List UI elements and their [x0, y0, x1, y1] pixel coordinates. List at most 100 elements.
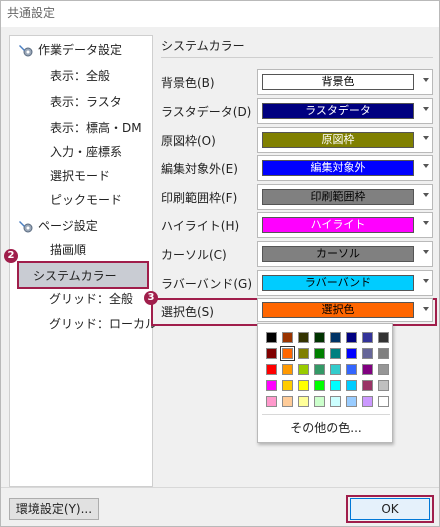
color-cell[interactable] — [280, 346, 295, 361]
color-cell[interactable] — [378, 332, 389, 343]
color-cell[interactable] — [314, 380, 325, 391]
color-cell[interactable] — [346, 396, 357, 407]
tree-item-label: システムカラー — [33, 269, 117, 283]
color-cell[interactable] — [282, 396, 293, 407]
chevron-down-icon — [423, 307, 429, 311]
color-cell[interactable] — [298, 380, 309, 391]
color-cell[interactable] — [346, 380, 357, 391]
dropdown-background[interactable]: 背景色 — [257, 69, 433, 95]
section-divider — [161, 57, 433, 58]
color-cell[interactable] — [362, 380, 373, 391]
label-cursor: カーソル(C) — [161, 248, 227, 262]
dropdown-non-edit[interactable]: 編集対象外 — [257, 155, 433, 181]
dropdown-selection[interactable]: 選択色 — [257, 298, 433, 322]
tree-item-display-elevation[interactable]: 表示：標高・DM — [50, 116, 142, 140]
color-cell[interactable] — [298, 348, 309, 359]
color-cell[interactable] — [314, 396, 325, 407]
tree-group-label: ページ設定 — [38, 219, 98, 233]
color-cell[interactable] — [378, 380, 389, 391]
color-swatch: カーソル — [262, 246, 414, 262]
color-cell[interactable] — [282, 364, 293, 375]
wrench-gear-icon — [19, 44, 33, 56]
color-cell[interactable] — [330, 348, 341, 359]
tree-item-grid-local[interactable]: グリッド：ローカル — [49, 312, 157, 336]
label-non-edit: 編集対象外(E) — [161, 162, 238, 176]
color-cell[interactable] — [314, 348, 325, 359]
color-swatch: 印刷範囲枠 — [262, 189, 414, 205]
ok-button[interactable]: OK — [350, 498, 430, 520]
color-cell[interactable] — [330, 332, 341, 343]
step-badge-3: 3 — [144, 291, 158, 305]
chevron-down-icon — [423, 221, 429, 225]
dropdown-rubberband[interactable]: ラバーバンド — [257, 270, 433, 296]
dropdown-print-frame[interactable]: 印刷範囲枠 — [257, 184, 433, 210]
chevron-down-icon — [423, 193, 429, 197]
color-cell[interactable] — [266, 332, 277, 343]
color-cell[interactable] — [378, 364, 389, 375]
chevron-down-icon — [423, 78, 429, 82]
chevron-down-icon — [423, 279, 429, 283]
color-palette-popup: その他の色... — [257, 323, 393, 443]
tree-item-display-raster[interactable]: 表示：ラスタ — [50, 90, 122, 114]
color-cell[interactable] — [298, 396, 309, 407]
dropdown-raster[interactable]: ラスタデータ — [257, 98, 433, 124]
tree-item-system-color[interactable]: システムカラー — [17, 261, 149, 289]
more-colors-button[interactable]: その他の色... — [258, 418, 394, 438]
label-highlight: ハイライト(H) — [161, 219, 240, 233]
tree-item-select-mode[interactable]: 選択モード — [50, 164, 110, 188]
tree-group-page[interactable]: ページ設定 — [18, 214, 98, 238]
tree-item-draw-order[interactable]: 描画順 — [50, 238, 86, 262]
step-badge-2: 2 — [4, 249, 18, 263]
color-cell[interactable] — [362, 364, 373, 375]
environment-settings-button[interactable]: 環境設定(Y)... — [9, 498, 99, 520]
dropdown-highlight[interactable]: ハイライト — [257, 212, 433, 238]
label-selection: 選択色(S) — [161, 305, 214, 319]
color-swatch: ハイライト — [262, 217, 414, 233]
color-cell[interactable] — [346, 332, 357, 343]
color-cell[interactable] — [282, 332, 293, 343]
tree-item-grid-general[interactable]: グリッド：全般 — [49, 287, 133, 311]
label-rubberband: ラバーバンド(G) — [161, 277, 253, 291]
tree-item-pick-mode[interactable]: ピックモード — [50, 188, 122, 212]
color-cell[interactable] — [346, 364, 357, 375]
color-cell[interactable] — [266, 348, 277, 359]
color-swatch: 原図枠 — [262, 132, 414, 148]
color-cell[interactable] — [330, 396, 341, 407]
color-swatch: 選択色 — [262, 302, 414, 318]
section-title: システムカラー — [161, 39, 245, 53]
color-cell[interactable] — [362, 332, 373, 343]
color-cell[interactable] — [330, 364, 341, 375]
dropdown-original-frame[interactable]: 原図枠 — [257, 127, 433, 153]
chevron-down-icon — [423, 250, 429, 254]
color-cell[interactable] — [266, 380, 277, 391]
color-cell[interactable] — [346, 348, 357, 359]
color-cell[interactable] — [282, 380, 293, 391]
label-original-frame: 原図枠(O) — [161, 134, 216, 148]
color-cell[interactable] — [378, 348, 389, 359]
color-cell[interactable] — [362, 348, 373, 359]
chevron-down-icon — [423, 136, 429, 140]
chevron-down-icon — [423, 107, 429, 111]
color-cell[interactable] — [330, 380, 341, 391]
window-title: 共通設定 — [1, 1, 439, 27]
wrench-gear-icon — [19, 220, 33, 232]
color-cell[interactable] — [298, 332, 309, 343]
color-cell[interactable] — [266, 396, 277, 407]
color-cell[interactable] — [314, 364, 325, 375]
color-cell[interactable] — [266, 364, 277, 375]
dropdown-cursor[interactable]: カーソル — [257, 241, 433, 267]
tree-item-display-general[interactable]: 表示：全般 — [50, 64, 110, 88]
tree-item-input-coords[interactable]: 入力・座標系 — [50, 140, 122, 164]
color-cell[interactable] — [298, 364, 309, 375]
label-raster: ラスタデータ(D) — [161, 105, 252, 119]
color-swatch: ラスタデータ — [262, 103, 414, 119]
chevron-down-icon — [423, 164, 429, 168]
label-background: 背景色(B) — [161, 76, 215, 90]
color-cell[interactable] — [362, 396, 373, 407]
color-cell[interactable] — [314, 332, 325, 343]
color-cell[interactable] — [378, 396, 389, 407]
tree-group-work-data[interactable]: 作業データ設定 — [18, 38, 122, 62]
color-swatch: ラバーバンド — [262, 275, 414, 291]
label-print-frame: 印刷範囲枠(F) — [161, 191, 238, 205]
bottom-divider — [1, 487, 439, 488]
